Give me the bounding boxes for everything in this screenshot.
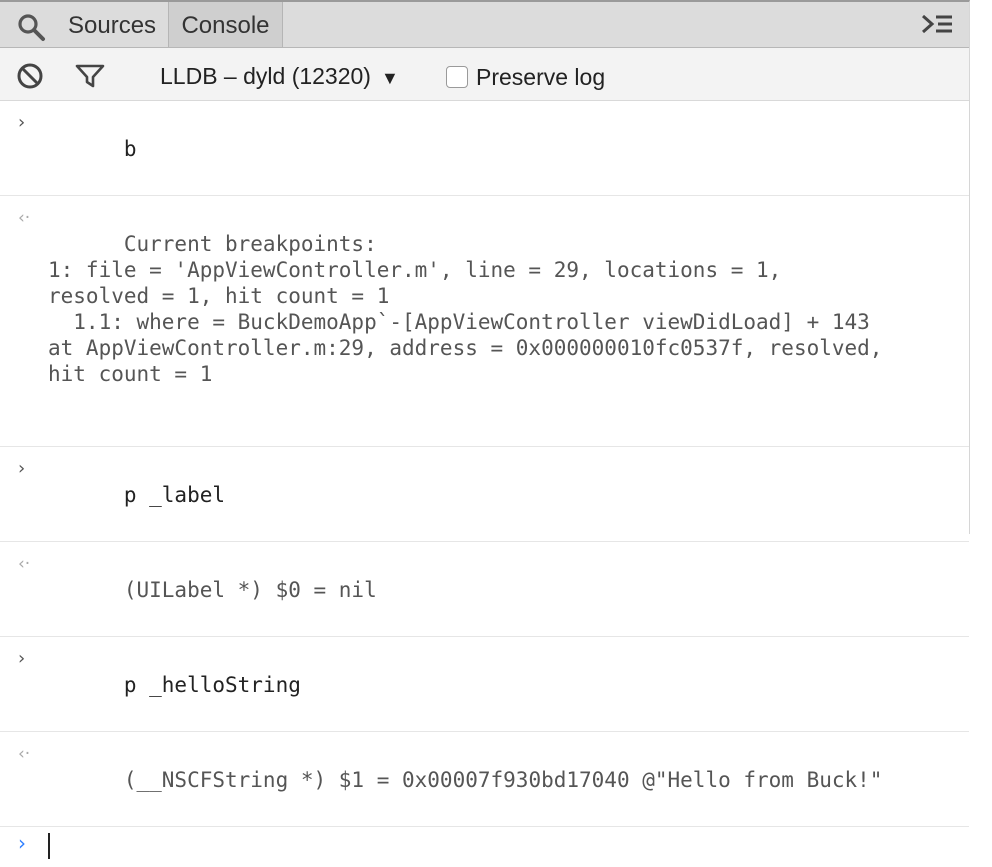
- preserve-log-checkbox[interactable]: [446, 65, 468, 88]
- output-chevron-icon: ‹·: [18, 208, 31, 228]
- clear-console-icon[interactable]: [16, 62, 44, 90]
- tab-console[interactable]: Console: [168, 2, 283, 47]
- console-input-message: › p _helloString: [0, 637, 969, 732]
- message-text: (UILabel *) $0 = nil: [123, 578, 377, 602]
- preserve-log-toggle[interactable]: Preserve log: [446, 62, 605, 90]
- preserve-log-label: Preserve log: [476, 64, 606, 90]
- message-text: p _label: [123, 483, 226, 507]
- execution-context-label: LLDB – dyld (12320): [160, 63, 371, 89]
- tab-sources[interactable]: Sources: [66, 2, 158, 47]
- message-text: (__NSCFString *) $1 = 0x00007f930bd17040…: [123, 768, 883, 792]
- console-messages: › b ‹· Current breakpoints: 1: file = 'App…: [0, 101, 969, 867]
- input-chevron-icon: ›: [18, 112, 26, 133]
- tab-bar: Sources Console: [0, 2, 969, 48]
- console-output-message: ‹· Current breakpoints: 1: file = 'AppVie…: [0, 196, 969, 447]
- console-input-message: › p _label: [0, 447, 969, 542]
- input-chevron-icon: ›: [18, 458, 26, 479]
- console-toolbar: LLDB – dyld (12320) ▼ Preserve log: [0, 48, 969, 101]
- devtools-window: Sources Console LLDB – dyld (12320) ▼ Pre…: [0, 0, 970, 859]
- text-cursor: [48, 833, 50, 859]
- message-text: p _helloString: [123, 673, 301, 697]
- chevron-down-icon: ▼: [380, 68, 399, 88]
- drawer-toggle-icon[interactable]: [920, 12, 954, 40]
- filter-icon[interactable]: [74, 62, 106, 90]
- output-chevron-icon: ‹·: [18, 554, 31, 574]
- output-chevron-icon: ‹·: [18, 744, 31, 764]
- message-text: b: [123, 137, 137, 161]
- console-output-message: ‹· (__NSCFString *) $1 = 0x00007f930bd170…: [0, 732, 969, 827]
- console-prompt-input[interactable]: ›: [0, 827, 969, 867]
- prompt-chevron-icon: ›: [18, 831, 26, 855]
- console-input-message: › b: [0, 101, 969, 196]
- console-output-message: ‹· (UILabel *) $0 = nil: [0, 542, 969, 637]
- message-text: Current breakpoints: 1: file = 'AppViewC…: [48, 232, 883, 386]
- input-chevron-icon: ›: [18, 648, 26, 669]
- execution-context-select[interactable]: LLDB – dyld (12320) ▼: [160, 48, 399, 101]
- search-icon[interactable]: [16, 12, 46, 42]
